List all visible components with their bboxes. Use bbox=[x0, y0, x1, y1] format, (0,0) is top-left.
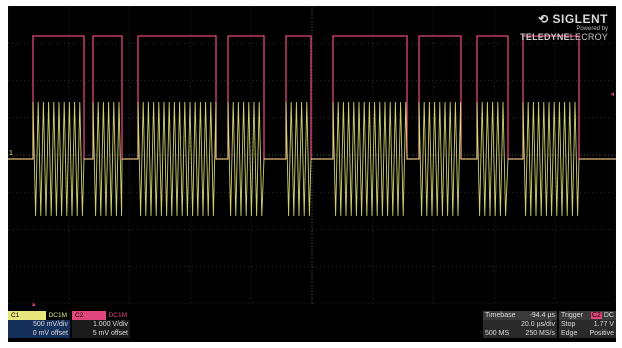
timebase-descriptor[interactable]: Timebase -94.4 µs 20.0 µs/div 500 MS 250… bbox=[483, 311, 557, 338]
waveform-display bbox=[8, 6, 616, 304]
ch1-label: C1 bbox=[11, 312, 20, 319]
trigger-slope: Positive bbox=[589, 330, 614, 337]
ch1-coupling: DC1M bbox=[45, 311, 70, 320]
timebase-label: Timebase bbox=[485, 312, 516, 319]
ch1-ground-marker[interactable]: 1 bbox=[9, 150, 13, 157]
trigger-mode: Stop bbox=[561, 321, 576, 328]
ch2-coupling: DC1M bbox=[105, 311, 130, 320]
trigger-coupling: DC bbox=[603, 312, 614, 319]
ch1-descriptor[interactable]: C1 DC1M 500 mV/div 0 mV offset bbox=[8, 311, 70, 338]
ch2-offset: 5 mV offset bbox=[92, 330, 128, 337]
siglent-logo-icon: ⟲ bbox=[538, 12, 549, 26]
brand-name: SIGLENT bbox=[552, 12, 608, 26]
ch2-label: C2 bbox=[75, 312, 84, 319]
timebase-delay: -94.4 µs bbox=[529, 312, 555, 319]
brand-partner: TELEDYNE bbox=[520, 32, 570, 42]
ch2-descriptor[interactable]: C2 DC1M 1.000 V/div 5 mV offset bbox=[72, 311, 130, 338]
ch2-level-marker[interactable]: ◂ bbox=[610, 90, 614, 98]
trigger-level: 1.77 V bbox=[593, 321, 614, 328]
timebase-sample-rate: 250 MS/s bbox=[525, 330, 555, 337]
ch2-scale: 1.000 V/div bbox=[92, 321, 128, 328]
brand-partner2: LECROY bbox=[569, 32, 608, 42]
ch1-offset: 0 mV offset bbox=[32, 330, 68, 337]
trigger-descriptor[interactable]: Trigger C2 DC Stop 1.77 V Edge Positive bbox=[559, 311, 616, 338]
trigger-position-marker[interactable]: ▴ bbox=[32, 300, 36, 308]
trigger-label: Trigger bbox=[561, 312, 583, 319]
timebase-scale: 20.0 µs/div bbox=[521, 321, 555, 328]
brand-logo: ⟲ SIGLENT Powered by TELEDYNELECROY bbox=[520, 12, 608, 42]
trigger-type: Edge bbox=[561, 330, 578, 337]
oscilloscope-screen: ⟲ SIGLENT Powered by TELEDYNELECROY 1 ◂ … bbox=[8, 6, 616, 342]
trigger-source: C2 bbox=[590, 312, 602, 319]
timebase-memory: 500 MS bbox=[485, 330, 510, 337]
ch1-scale: 500 mV/div bbox=[32, 321, 68, 328]
